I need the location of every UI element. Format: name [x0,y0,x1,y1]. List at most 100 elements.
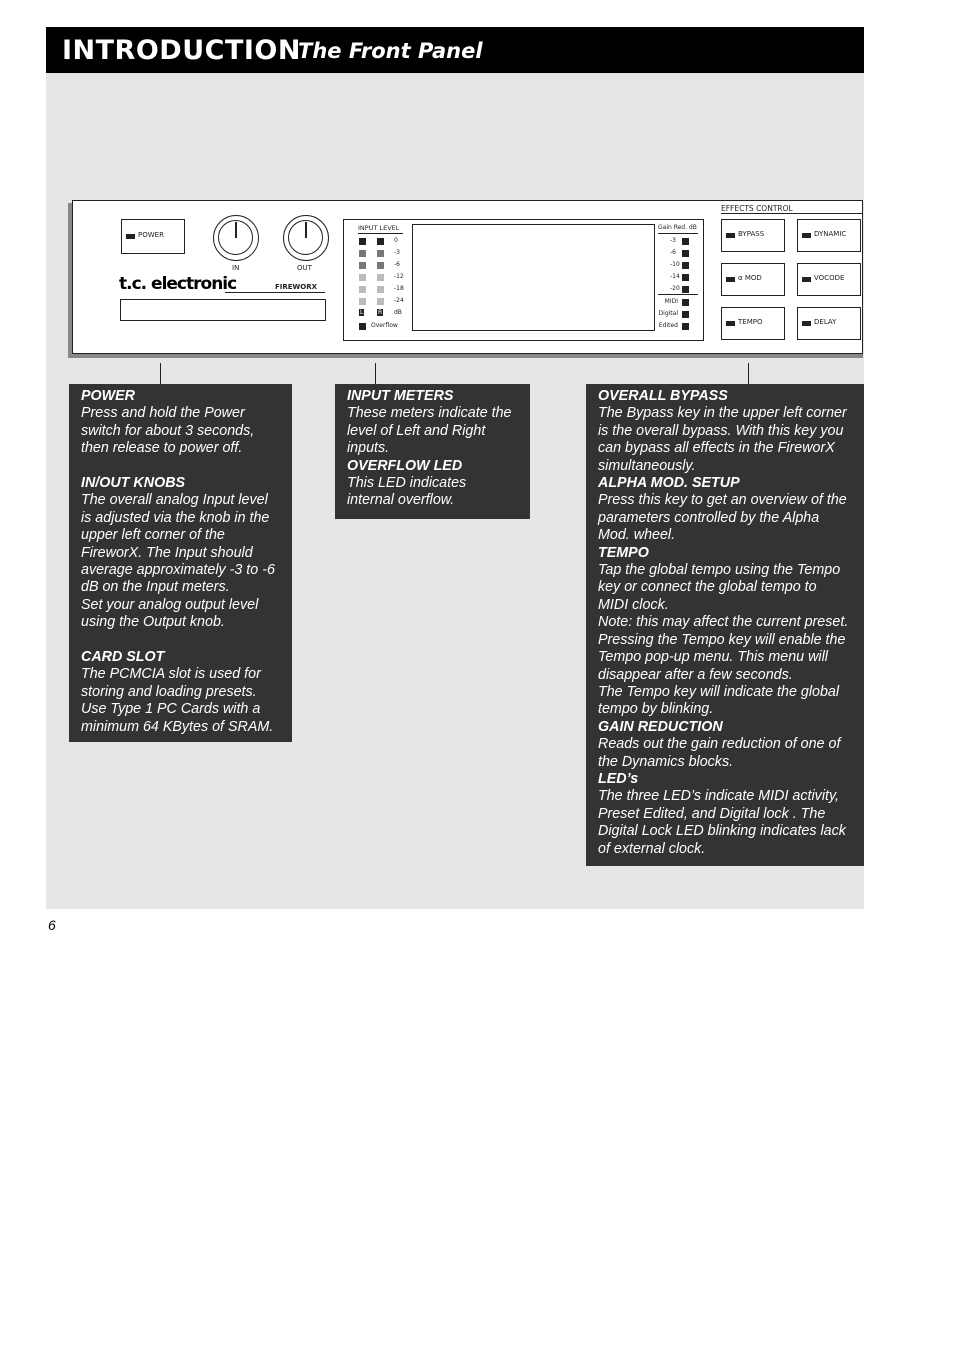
status-led-label: MIDI [664,298,678,305]
section-title: INTRODUCTION [62,35,301,66]
callout-heading: POWER [81,388,136,404]
meter-scale-label: -24 [394,297,404,304]
section-subtitle: The Front Panel [298,39,483,63]
gain-scale-label: -10 [670,261,680,268]
callout-input-meters: INPUT METERS These meters indicate the lev… [335,384,530,519]
callout-text-line: simultaneously. [598,457,696,474]
gain-scale-label: -14 [670,273,680,280]
meter-led-left [359,286,366,293]
meter-led-right [377,238,384,245]
gain-led [682,274,689,281]
card-slot [120,299,326,321]
callout-heading: INPUT METERS [347,388,454,404]
callout-heading: IN/OUT KNOBS [81,475,186,492]
gain-red-title: Gain Red. dB [658,224,697,231]
effects-button-tempo: TEMPO [721,307,785,340]
callout-text-line: Press and hold the Power [81,405,245,422]
effects-button-vocode: VOCODE [797,263,861,296]
lcd-display [412,224,655,331]
callout-effects-control: OVERALL BYPASS The Bypass key in the uppe… [586,384,864,866]
callout-text-line: These meters indicate the [347,405,512,422]
gain-led [682,286,689,293]
callout-text-line: Pressing the Tempo key will enable the [598,631,846,648]
connector-line [748,363,749,384]
callout-text-line: inputs. [347,440,390,457]
callout-text-line: minimum 64 KBytes of SRAM. [81,718,274,735]
callout-text-line: tempo by blinking. [598,701,714,718]
callout-heading: GAIN REDUCTION [598,718,723,735]
meter-led-left [359,262,366,269]
left-channel-label: L [359,309,365,316]
callout-text-line: can bypass all effects in the FireworX [598,440,835,457]
callout-text-line: Note: this may affect the current preset… [598,614,849,631]
overflow-led [359,323,366,330]
meter-scale-label: -3 [394,249,400,256]
effects-button-delay: DELAY [797,307,861,340]
meter-scale-label: 0 [394,237,398,244]
callout-text-line: Set your analog output level [81,596,259,613]
meter-scale-label: -6 [394,261,400,268]
led-indicator [802,277,811,282]
meter-led-right [377,298,384,305]
effects-button-dynamic: DYNAMIC [797,219,861,252]
meter-led-right [377,250,384,257]
callout-text-line: The PCMCIA slot is used for [81,666,261,683]
gain-led [682,250,689,257]
output-knob [283,215,329,261]
connector-line [160,363,161,384]
callout-text-line: storing and loading presets. [81,683,257,700]
callout-text-line: The Bypass key in the upper left corner [598,405,847,422]
power-label: POWER [138,231,164,239]
callout-text-line: disappear after a few seconds. [598,666,793,683]
callout-text-line: key or connect the global tempo to [598,579,817,596]
callout-heading: OVERALL BYPASS [598,388,728,404]
meter-scale-label: -18 [394,285,404,292]
effects-button-label: VOCODE [814,274,845,282]
effects-button-label: DELAY [814,318,837,326]
status-led [682,299,689,306]
meter-led-left [359,274,366,281]
effects-control-title: EFFECTS CONTROL [721,204,793,213]
callout-text-line: Preset Edited, and Digital lock . The [598,805,826,822]
meter-led-right [377,262,384,269]
meter-led-right [377,274,384,281]
overflow-label: Overflow [371,322,398,329]
connector-line [375,363,376,384]
callout-text-line: Use Type 1 PC Cards with a [81,701,261,718]
callout-heading: ALPHA MOD. SETUP [598,475,740,492]
callout-text-line: The Tempo key will indicate the global [598,683,840,700]
gain-scale-label: -3 [670,237,676,244]
callout-text-line: level of Left and Right [347,422,486,439]
effects-button-mod: α MOD [721,263,785,296]
meter-scale-label: dB [394,309,402,316]
callout-text-line: using the Output knob. [81,614,225,631]
brand-logo: t.c. electronic [119,274,237,294]
callout-text-line: is adjusted via the knob in the [81,509,270,526]
callout-heading: TEMPO [598,544,649,561]
callout-text-line: the Dynamics blocks. [598,753,734,770]
led-indicator [726,233,735,238]
callout-heading: OVERFLOW LED [347,457,463,474]
effects-button-label: DYNAMIC [814,230,847,238]
callout-text-line: parameters controlled by the Alpha [598,509,820,526]
led-indicator [802,321,811,326]
callout-text-line: switch for about 3 seconds, [81,422,255,439]
callout-text-line: FireworX. The Input should [81,544,253,561]
right-channel-label: R [377,309,384,316]
status-led [682,323,689,330]
display-section: INPUT LEVEL 0 -3 -6 -12 -18 -24 dB L R Overflow G… [343,219,704,341]
meter-led-left [359,238,366,245]
callout-power-knobs-card: POWER Press and hold the Power switch for … [69,384,292,742]
meter-led-left [359,298,366,305]
callout-text-line: is the overall bypass. With this key you [598,422,844,439]
callout-text-line: MIDI clock. [598,596,669,613]
callout-text-line: of external clock. [598,840,706,857]
status-led-label: Edited [658,322,678,329]
led-indicator [726,321,735,326]
callout-text-line: Tap the global tempo using the Tempo [598,562,841,579]
led-indicator [726,277,735,282]
callout-text-line: upper left corner of the [81,527,225,544]
callout-text-line: then release to power off. [81,440,243,457]
